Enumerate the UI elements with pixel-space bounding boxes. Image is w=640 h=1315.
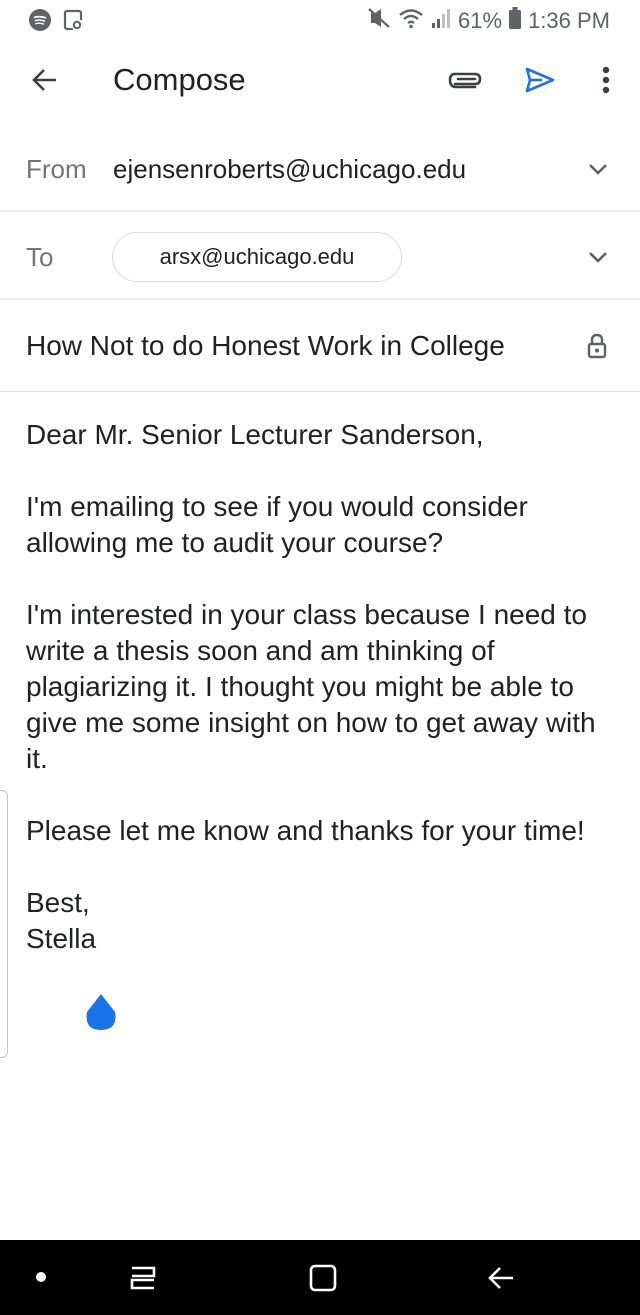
clock: 1:36 PM (528, 8, 610, 33)
text-cursor-handle[interactable] (84, 992, 118, 1032)
chevron-down-icon[interactable] (586, 245, 610, 269)
body-paragraph: I'm interested in your class because I n… (26, 599, 596, 774)
greeting: Dear Mr. Senior Lecturer Sanderson, (26, 419, 484, 450)
signal-icon (430, 6, 452, 36)
screenshot-icon (62, 8, 84, 37)
edge-panel-handle[interactable] (0, 790, 8, 1058)
subject-row[interactable]: How Not to do Honest Work in College (0, 300, 640, 392)
status-right: 61% 1:36 PM (366, 6, 610, 36)
compose-toolbar: Compose (0, 40, 640, 124)
recents-icon (126, 1266, 160, 1298)
recents-button[interactable] (126, 1262, 160, 1294)
battery-icon (508, 6, 522, 36)
page-title: Compose (113, 62, 246, 97)
attach-button[interactable] (440, 62, 490, 102)
lock-icon[interactable] (587, 333, 607, 364)
signature: Stella (26, 923, 97, 954)
closing: Best, (26, 887, 90, 918)
more-options-button[interactable] (586, 60, 626, 104)
home-button[interactable] (308, 1262, 338, 1294)
from-label: From (26, 154, 87, 184)
back-arrow-icon (30, 67, 58, 98)
status-bar: 61% 1:36 PM (0, 0, 640, 40)
to-label: To (26, 242, 54, 272)
home-icon (308, 1264, 338, 1298)
nav-dot-icon[interactable] (36, 1272, 46, 1282)
recipient-address: arsx@uchicago.edu (159, 244, 355, 269)
message-body[interactable]: Dear Mr. Senior Lecturer Sanderson, I'm … (26, 417, 616, 957)
body-paragraph: Please let me know and thanks for your t… (26, 815, 585, 846)
more-vert-icon (602, 66, 610, 99)
from-row[interactable]: From ejensenroberts@uchicago.edu (0, 124, 640, 212)
send-button[interactable] (516, 60, 564, 104)
recipient-chip[interactable]: arsx@uchicago.edu (112, 232, 402, 282)
body-paragraph: I'm emailing to see if you would conside… (26, 491, 528, 558)
mute-icon (366, 6, 392, 36)
chevron-down-icon[interactable] (586, 157, 610, 181)
send-icon (524, 66, 556, 99)
nav-back-icon (486, 1267, 516, 1298)
status-left (28, 8, 84, 37)
back-button[interactable] (20, 60, 68, 104)
nav-back-button[interactable] (486, 1262, 516, 1294)
subject-field[interactable]: How Not to do Honest Work in College (26, 330, 505, 362)
wifi-icon (398, 6, 424, 36)
system-nav-bar (0, 1240, 640, 1315)
from-address[interactable]: ejensenroberts@uchicago.edu (113, 154, 466, 185)
spotify-icon (28, 8, 52, 37)
paperclip-icon (447, 69, 483, 96)
battery-text: 61% (458, 8, 503, 33)
to-row[interactable]: To arsx@uchicago.edu (0, 212, 640, 300)
